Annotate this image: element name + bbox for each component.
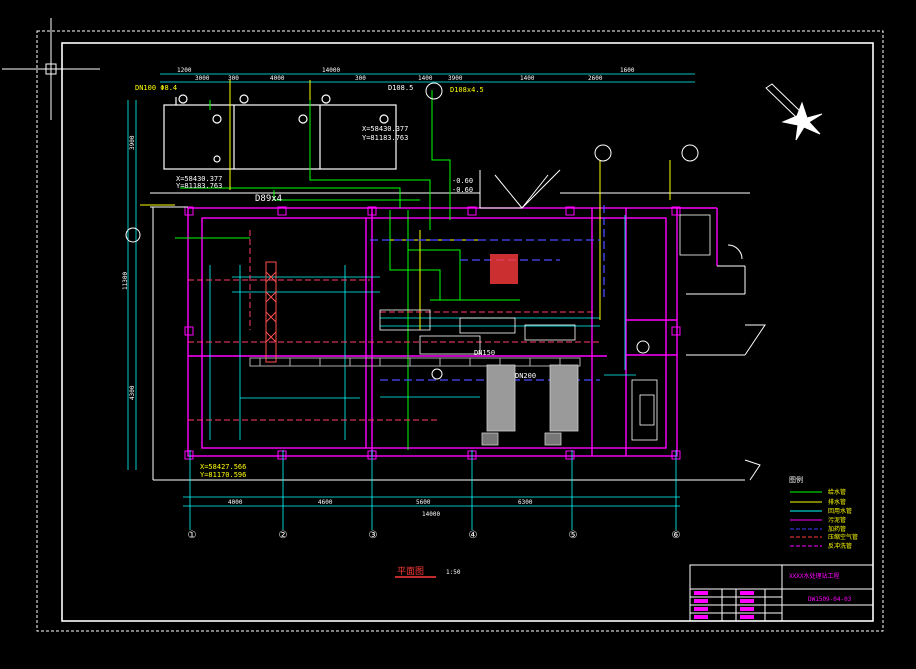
axis-3: ③ bbox=[369, 530, 378, 541]
building-walls bbox=[187, 207, 718, 457]
axis-4: ④ bbox=[469, 530, 478, 541]
dim-bottom-total: 14000 bbox=[422, 511, 440, 518]
plan-title: 平面图 1:50 bbox=[395, 566, 461, 578]
label-elev-a: -0.60 bbox=[452, 177, 473, 185]
equipment-fill-red bbox=[490, 254, 518, 284]
inner-drawing-frame bbox=[61, 42, 874, 622]
legend-row-3: 回用水管 bbox=[828, 507, 852, 515]
equipment-outlines bbox=[379, 214, 711, 441]
cursor-crosshair-icon bbox=[2, 18, 100, 120]
water-pipes bbox=[175, 90, 520, 450]
label-d89: D89x4 bbox=[255, 194, 282, 204]
dim-left-3: 4300 bbox=[129, 385, 136, 400]
legend-row-4: 污泥管 bbox=[828, 516, 846, 524]
plan-scale-text: 1:50 bbox=[446, 569, 461, 576]
label-elev-b: -0.60 bbox=[452, 186, 473, 194]
label-top-right: D108x4.5 bbox=[450, 86, 484, 94]
dim-top-4: 4000 bbox=[270, 75, 285, 82]
label-coord-b: Y=81183.763 bbox=[362, 134, 408, 142]
dim-top-6: 1400 bbox=[418, 75, 433, 82]
north-arrow-icon bbox=[765, 83, 823, 141]
title-block-drawing-no: DW1509-04-03 bbox=[808, 596, 852, 603]
axis-1: ① bbox=[188, 530, 197, 541]
dim-top-2: 3000 bbox=[195, 75, 210, 82]
dim-top-8: 1400 bbox=[520, 75, 535, 82]
plan-title-text: 平面图 bbox=[397, 566, 424, 577]
label-d108-mid: D108.5 bbox=[388, 84, 413, 92]
legend: 图例 给水管 排水管 回用水管 污泥管 加药管 压缩空气管 反冲洗管 bbox=[789, 475, 858, 550]
site-outline bbox=[150, 169, 766, 481]
label-d108-left: DN100 Φ8.4 bbox=[135, 84, 177, 92]
dim-top-5: 300 bbox=[355, 75, 366, 82]
dim-bottom-3: 5600 bbox=[416, 499, 431, 506]
callout-circles bbox=[125, 82, 699, 380]
dim-left-2: 11300 bbox=[122, 272, 129, 290]
top-dimensions: 1200 3000 300 4000 300 1400 3900 1400 26… bbox=[177, 67, 635, 82]
dim-bottom-1: 4000 bbox=[228, 499, 243, 506]
label-dn200: DN200 bbox=[515, 372, 536, 380]
dim-left-1: 3900 bbox=[129, 135, 136, 150]
dim-top-10: 1600 bbox=[620, 67, 635, 74]
legend-title: 图例 bbox=[789, 475, 803, 484]
pump-unit-left bbox=[486, 364, 516, 432]
label-coord-a: X=58430.377 bbox=[362, 125, 408, 133]
dim-bottom-2: 4600 bbox=[318, 499, 333, 506]
pump-unit-right bbox=[549, 364, 579, 432]
left-dimensions: 3900 11300 4300 bbox=[122, 135, 136, 400]
yellow-pipes bbox=[140, 80, 671, 330]
dim-top-total: 14000 bbox=[322, 67, 340, 74]
axis-6: ⑥ bbox=[672, 530, 681, 541]
label-dn150: DN150 bbox=[474, 349, 495, 357]
dim-top-7: 3900 bbox=[448, 75, 463, 82]
legend-row-6: 压缩空气管 bbox=[828, 533, 858, 541]
dimension-lines bbox=[127, 73, 695, 530]
dim-top-9: 2600 bbox=[588, 75, 603, 82]
legend-row-7: 反冲洗管 bbox=[828, 542, 852, 550]
dim-bottom-4: 6300 bbox=[518, 499, 533, 506]
legend-row-2: 排水管 bbox=[828, 498, 846, 506]
axis-markers: ① ② ③ ④ ⑤ ⑥ bbox=[188, 530, 681, 541]
structural-columns bbox=[184, 206, 681, 460]
axis-2: ② bbox=[279, 530, 288, 541]
title-block: XXXX水处理站工程 DW1509-04-03 bbox=[689, 564, 874, 622]
bottom-dimensions: 4000 4600 5600 6300 14000 bbox=[228, 499, 533, 518]
title-block-project: XXXX水处理站工程 bbox=[789, 572, 839, 580]
axis-5: ⑤ bbox=[569, 530, 578, 541]
label-coord-c: X=58427.566 bbox=[200, 463, 246, 471]
label-coord-d: Y=81170.596 bbox=[200, 471, 246, 479]
dim-top-1: 1200 bbox=[177, 67, 192, 74]
legend-row-1: 给水管 bbox=[828, 488, 846, 496]
legend-row-5: 加药管 bbox=[828, 525, 846, 533]
label-coord-top-b: Y=81183.763 bbox=[176, 182, 222, 190]
gray-truss bbox=[249, 357, 581, 367]
cad-drawing-canvas[interactable]: 1200 3000 300 4000 300 1400 3900 1400 26… bbox=[0, 0, 916, 669]
